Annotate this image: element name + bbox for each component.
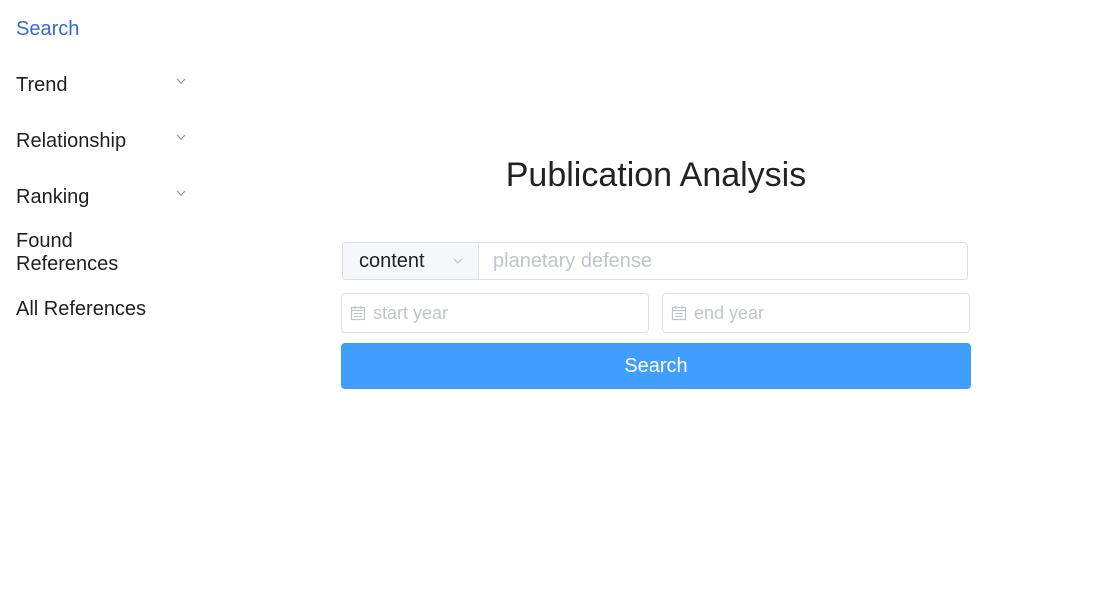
chevron-down-icon: [176, 190, 186, 196]
calendar-icon: [671, 306, 687, 321]
end-year-picker[interactable]: [662, 293, 970, 333]
search-input[interactable]: [479, 243, 967, 279]
sidebar-item-label: Ranking: [16, 185, 90, 208]
sidebar-item-found-references[interactable]: Found References: [16, 230, 180, 275]
sidebar-item-trend[interactable]: Trend: [16, 69, 186, 101]
chevron-down-icon: [176, 134, 186, 140]
chevron-down-icon: [453, 258, 463, 264]
sidebar-item-relationship[interactable]: Relationship: [16, 125, 186, 157]
sidebar-item-label: Relationship: [16, 129, 127, 152]
start-year-input[interactable]: [371, 301, 648, 325]
start-year-picker[interactable]: [341, 293, 649, 333]
sidebar-item-label: Search: [16, 17, 80, 40]
sidebar-item-search[interactable]: Search: [16, 13, 180, 45]
end-year-input[interactable]: [692, 301, 969, 325]
field-select[interactable]: content: [343, 243, 479, 279]
page-title: Publication Analysis: [505, 156, 807, 194]
sidebar-item-label: All References: [16, 297, 147, 320]
field-select-value: content: [359, 249, 425, 272]
search-button[interactable]: Search: [341, 343, 971, 389]
sidebar-item-label: Found References: [16, 230, 119, 275]
chevron-down-icon: [176, 78, 186, 84]
sidebar-item-all-references[interactable]: All References: [16, 293, 180, 325]
search-bar: content: [342, 242, 968, 280]
sidebar-nav: Search Trend Relationship Ranking Found …: [0, 0, 200, 616]
sidebar-item-ranking[interactable]: Ranking: [16, 181, 186, 213]
calendar-icon: [350, 306, 366, 321]
sidebar-item-label: Trend: [16, 73, 68, 96]
